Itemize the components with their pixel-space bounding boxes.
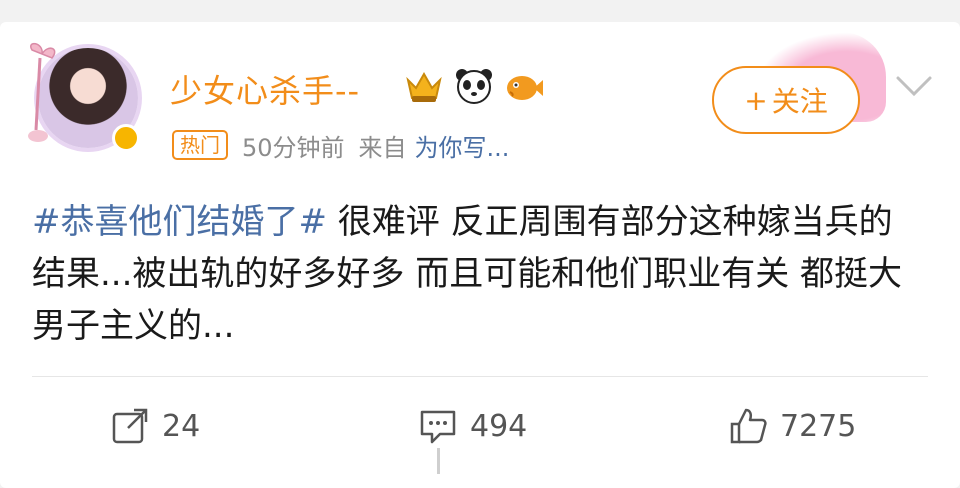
repost-icon [112, 408, 148, 444]
follow-label: 关注 [771, 85, 828, 118]
plus-icon: + [744, 83, 768, 117]
post-time: 50分钟前 [242, 133, 345, 162]
avatar-container[interactable] [26, 40, 140, 162]
user-badges [404, 66, 544, 106]
comment-button[interactable]: 494 [418, 404, 527, 448]
comment-icon [420, 410, 456, 444]
crown-badge-icon[interactable] [404, 66, 444, 106]
chevron-down-icon[interactable] [894, 74, 934, 98]
post-meta: 热门 50分钟前 来自 为你写... [172, 128, 509, 162]
repost-count: 24 [162, 408, 201, 444]
hot-tag[interactable]: 热门 [172, 130, 228, 160]
bow-decoration-icon [28, 42, 56, 142]
like-icon [730, 408, 767, 444]
verified-badge-icon [112, 124, 140, 152]
fish-badge-icon[interactable] [504, 66, 544, 106]
source-link[interactable]: 为你写... [415, 128, 510, 163]
follow-button[interactable]: + 关注 [712, 66, 860, 134]
source-prefix: 来自 [358, 133, 407, 162]
username[interactable]: 少女心杀手-- [170, 66, 360, 112]
topic-hashtag[interactable]: #恭喜他们结婚了# [32, 202, 327, 242]
scroll-indicator [437, 448, 440, 474]
divider [32, 376, 928, 377]
post-text: #恭喜他们结婚了# 很难评 反正周围有部分这种嫁当兵的 结果...被出轨的好多好… [32, 196, 922, 352]
like-button[interactable]: 7275 [728, 404, 856, 448]
like-count: 7275 [780, 408, 857, 444]
comment-count: 494 [470, 408, 528, 444]
action-bar: 24 494 7275 [0, 404, 960, 448]
repost-button[interactable]: 24 [110, 404, 200, 448]
panda-badge-icon[interactable] [454, 66, 494, 106]
